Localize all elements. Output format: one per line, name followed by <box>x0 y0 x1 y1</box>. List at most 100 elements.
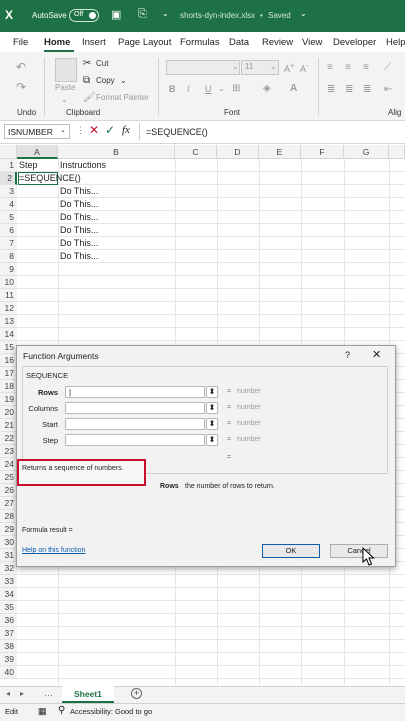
row-header-13[interactable]: 13 <box>0 315 17 328</box>
row-header-35[interactable]: 35 <box>0 601 17 614</box>
row-header-33[interactable]: 33 <box>0 575 17 588</box>
tab-page-layout[interactable]: Page Layout <box>118 37 171 48</box>
folder-icon[interactable]: ⎘ <box>138 8 147 21</box>
align-bottom-icon[interactable]: ≡ <box>363 62 369 73</box>
scroll-left-icon[interactable]: ◂ <box>6 689 10 698</box>
row-header-30[interactable]: 30 <box>0 536 17 549</box>
row-header-16[interactable]: 16 <box>0 354 17 367</box>
scissors-icon[interactable]: ✂ <box>83 58 91 69</box>
row-header-14[interactable]: 14 <box>0 328 17 341</box>
paste-label[interactable]: Paste <box>55 83 75 92</box>
collapse-dialog-icon[interactable]: ⬍ <box>206 402 218 414</box>
cell-b8[interactable]: Do This... <box>60 250 98 263</box>
indent-icon[interactable]: ⇤ <box>384 84 392 95</box>
row-header-12[interactable]: 12 <box>0 302 17 315</box>
autosave-toggle[interactable]: Off <box>69 9 99 22</box>
cell-b7[interactable]: Do This... <box>60 237 98 250</box>
row-header-6[interactable]: 6 <box>0 224 17 237</box>
row-header-32[interactable]: 32 <box>0 562 17 575</box>
row-header-34[interactable]: 34 <box>0 588 17 601</box>
column-header-c[interactable]: C <box>175 145 217 159</box>
help-on-function-link[interactable]: Help on this function <box>22 547 85 554</box>
tab-data[interactable]: Data <box>229 37 249 48</box>
step-input[interactable] <box>65 434 205 446</box>
tab-help[interactable]: Help <box>386 37 405 48</box>
decrease-font-icon[interactable]: A- <box>300 61 309 74</box>
row-header-10[interactable]: 10 <box>0 276 17 289</box>
underline-button[interactable]: U <box>205 84 212 94</box>
row-header-28[interactable]: 28 <box>0 510 17 523</box>
collapse-dialog-icon[interactable]: ⬍ <box>206 434 218 446</box>
insert-function-button[interactable]: fx <box>122 124 130 136</box>
formula-input[interactable]: =SEQUENCE() <box>146 127 208 137</box>
tab-home[interactable]: Home <box>44 37 70 48</box>
more-sheets-icon[interactable]: … <box>44 688 53 698</box>
row-header-40[interactable]: 40 <box>0 666 17 679</box>
tab-insert[interactable]: Insert <box>82 37 106 48</box>
row-header-29[interactable]: 29 <box>0 523 17 536</box>
row-header-27[interactable]: 27 <box>0 497 17 510</box>
row-header-23[interactable]: 23 <box>0 445 17 458</box>
column-header-b[interactable]: B <box>58 145 175 159</box>
cell-b1[interactable]: Instructions <box>60 159 106 172</box>
help-icon[interactable]: ? <box>345 350 350 360</box>
cancel-button[interactable]: Cancel <box>330 544 388 558</box>
rows-input[interactable]: | <box>65 386 205 398</box>
column-header-e[interactable]: E <box>259 145 301 159</box>
align-top-icon[interactable]: ≡ <box>327 62 333 73</box>
cell-a1[interactable]: Step <box>19 159 38 172</box>
redo-icon[interactable]: ↷ <box>16 80 26 94</box>
align-right-icon[interactable]: ≣ <box>363 84 371 95</box>
italic-button[interactable]: I <box>187 84 190 94</box>
column-header-a[interactable]: A <box>17 145 58 159</box>
collapse-dialog-icon[interactable]: ⬍ <box>206 418 218 430</box>
increase-font-icon[interactable]: A+ <box>284 61 294 74</box>
row-header-25[interactable]: 25 <box>0 471 17 484</box>
row-header-37[interactable]: 37 <box>0 627 17 640</box>
start-input[interactable] <box>65 418 205 430</box>
format-painter-icon[interactable]: 🖌 <box>83 92 96 103</box>
orientation-icon[interactable]: ⟋ <box>384 62 391 73</box>
select-all-corner[interactable] <box>0 145 17 159</box>
row-header-1[interactable]: 1 <box>0 159 17 172</box>
cell-a2[interactable]: =SEQUENCE() <box>19 172 81 185</box>
align-middle-icon[interactable]: ≡ <box>345 62 351 73</box>
cancel-icon[interactable]: ✕ <box>89 123 99 137</box>
align-center-icon[interactable]: ≣ <box>345 84 353 95</box>
scroll-right-icon[interactable]: ▸ <box>20 689 24 698</box>
paste-icon[interactable] <box>55 58 77 82</box>
accessibility-icon[interactable]: ⚲ <box>58 705 65 716</box>
row-header-36[interactable]: 36 <box>0 614 17 627</box>
tab-view[interactable]: View <box>302 37 322 48</box>
font-color-icon[interactable]: A <box>290 83 297 94</box>
chevron-down-icon[interactable]: ⌄ <box>300 9 307 18</box>
accessibility-status[interactable]: Accessibility: Good to go <box>70 707 152 716</box>
borders-icon[interactable]: ⊞ <box>232 83 240 94</box>
column-header-d[interactable]: D <box>217 145 259 159</box>
row-header-24[interactable]: 24 <box>0 458 17 471</box>
row-header-8[interactable]: 8 <box>0 250 17 263</box>
tab-review[interactable]: Review <box>262 37 293 48</box>
row-header-26[interactable]: 26 <box>0 484 17 497</box>
row-header-11[interactable]: 11 <box>0 289 17 302</box>
ok-button[interactable]: OK <box>262 544 320 558</box>
row-header-4[interactable]: 4 <box>0 198 17 211</box>
cell-b3[interactable]: Do This... <box>60 185 98 198</box>
row-header-17[interactable]: 17 <box>0 367 17 380</box>
save-icon[interactable]: ▣ <box>111 8 121 21</box>
fill-color-icon[interactable]: ◈ <box>263 83 271 94</box>
tab-file[interactable]: File <box>13 37 28 48</box>
column-header-f[interactable]: F <box>301 145 344 159</box>
add-sheet-button[interactable]: + <box>131 688 142 699</box>
row-header-5[interactable]: 5 <box>0 211 17 224</box>
chevron-down-icon[interactable]: ⌄ <box>162 9 169 18</box>
row-header-7[interactable]: 7 <box>0 237 17 250</box>
columns-input[interactable] <box>65 402 205 414</box>
row-header-39[interactable]: 39 <box>0 653 17 666</box>
close-icon[interactable]: ✕ <box>372 348 381 361</box>
macro-record-icon[interactable]: ▦ <box>38 706 47 717</box>
cut-label[interactable]: Cut <box>96 59 108 68</box>
collapse-dialog-icon[interactable]: ⬍ <box>206 386 218 398</box>
undo-icon[interactable]: ↶ <box>16 60 26 74</box>
row-header-38[interactable]: 38 <box>0 640 17 653</box>
